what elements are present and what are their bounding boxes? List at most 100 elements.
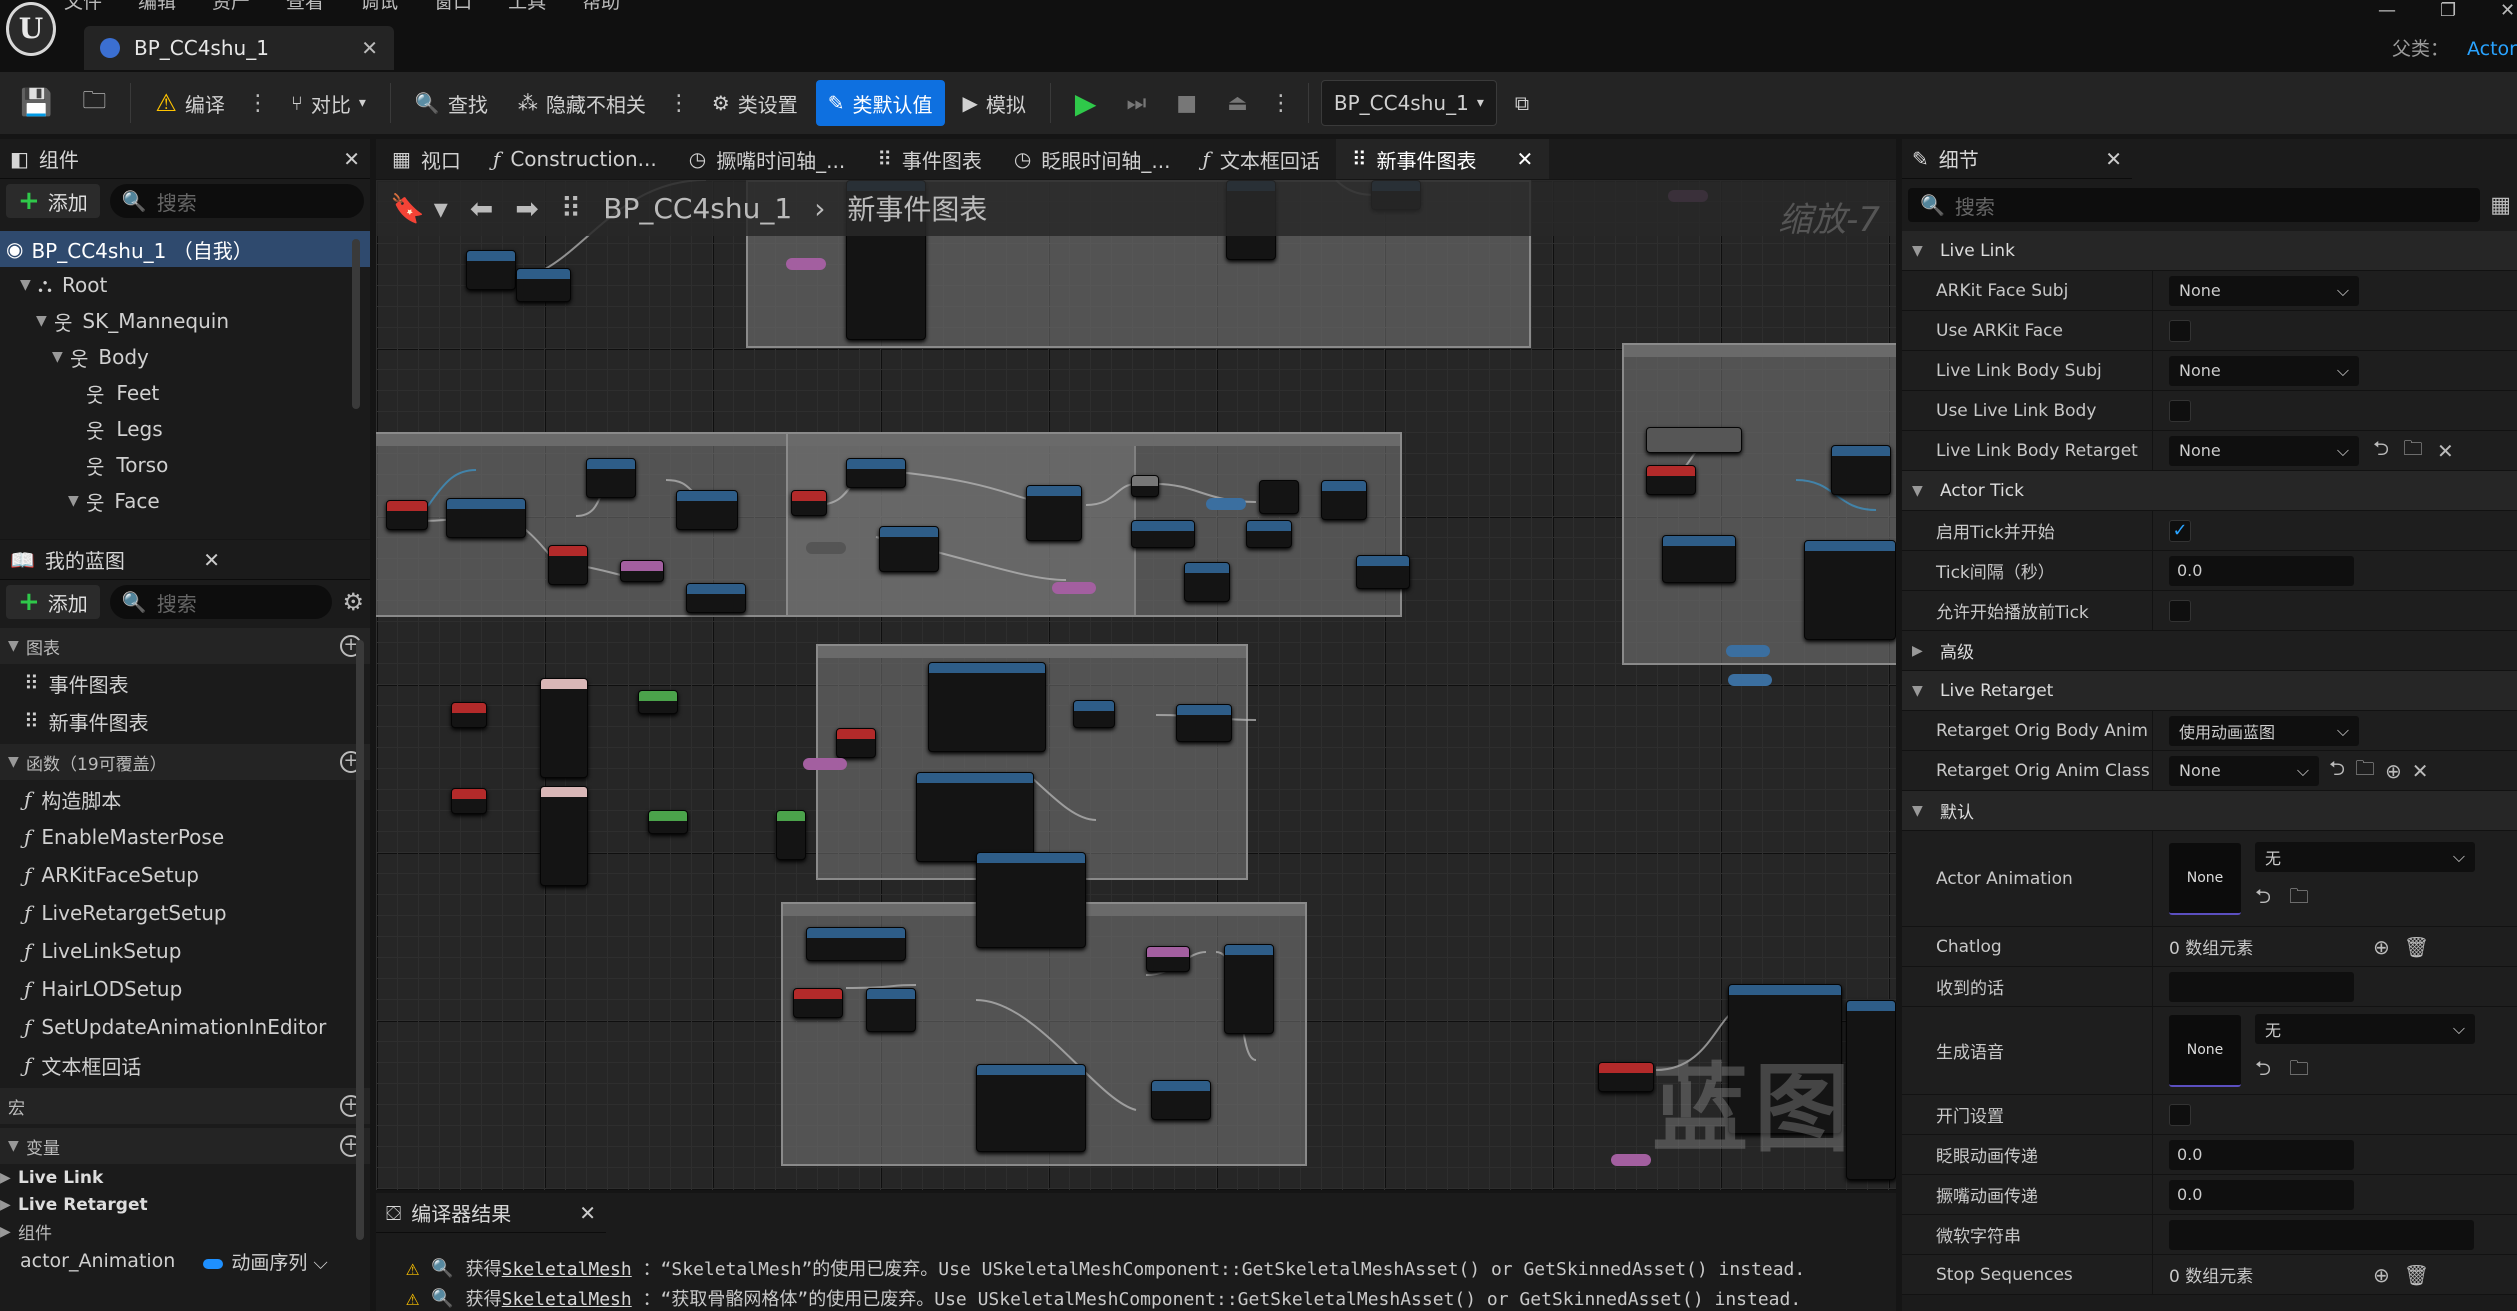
blueprint-node[interactable] — [1131, 520, 1195, 548]
blueprint-node[interactable] — [976, 1064, 1086, 1152]
property-matrix-icon[interactable]: ▦ — [2490, 193, 2511, 218]
play-button[interactable]: ▶ — [1063, 80, 1109, 126]
blueprint-node[interactable] — [540, 786, 588, 886]
browse-icon[interactable]: 🗀 — [2403, 434, 2423, 468]
blueprint-node[interactable] — [866, 988, 916, 1032]
variable-group[interactable]: ▶ Live Retarget — [0, 1191, 370, 1218]
blueprint-node[interactable] — [879, 526, 939, 572]
class-settings-button[interactable]: ⚙ 类设置 — [700, 80, 810, 126]
tick-interval-input[interactable]: 0.0 — [2169, 555, 2354, 586]
section-live-link[interactable]: ▼ Live Link — [1902, 231, 2517, 271]
add-node[interactable] — [1259, 480, 1299, 514]
eject-button[interactable]: ⏏ — [1215, 80, 1260, 126]
blueprint-node[interactable] — [446, 498, 526, 538]
tab-textbox-dialog[interactable]: ƒ 文本框回话 — [1186, 139, 1335, 179]
variable-get-node[interactable] — [1206, 498, 1246, 510]
graph-canvas[interactable]: 🔖 ▾ ⬅ ➡ ⠿ BP_CC4shu_1 › 新事件图表 缩放-7 蓝图 — [376, 180, 1896, 1190]
use-arkit-face-checkbox[interactable] — [2169, 319, 2191, 342]
graph-item[interactable]: ⠿ 新事件图表 — [0, 702, 370, 740]
blueprint-node[interactable] — [676, 490, 738, 530]
blueprint-node[interactable] — [586, 458, 636, 498]
actor-animation-picker[interactable]: 无 ⌵ — [2255, 841, 2475, 872]
message-link[interactable]: SkeletalMesh — [502, 1259, 632, 1280]
variable-get-node[interactable] — [1611, 1154, 1651, 1166]
trash-icon[interactable]: 🗑 — [2404, 1263, 2429, 1287]
my-blueprint-search-input[interactable]: 🔍 搜索 — [109, 585, 333, 619]
menu-file[interactable]: 文件 — [64, 0, 102, 18]
blueprint-node[interactable] — [1224, 944, 1274, 1034]
blueprint-node[interactable] — [1804, 540, 1896, 640]
blueprint-node[interactable] — [1321, 480, 1367, 520]
blueprint-node[interactable] — [1151, 1080, 1211, 1120]
section-live-retarget[interactable]: ▼ Live Retarget — [1902, 671, 2517, 711]
functions-section[interactable]: ▼ 函数（19可覆盖） + — [0, 744, 370, 780]
more-options-icon[interactable]: ⋮ — [664, 91, 694, 116]
component-tree-row[interactable]: ▼ ⛬ Root — [0, 267, 370, 303]
blueprint-node[interactable] — [1246, 520, 1292, 548]
tab-pout-timeline[interactable]: ◷ 撅嘴时间轴_... — [673, 139, 862, 179]
blueprint-node[interactable] — [1184, 562, 1230, 602]
arkit-face-subj-dropdown[interactable]: None ⌵ — [2169, 275, 2359, 306]
document-tab[interactable]: BP_CC4shu_1 ✕ — [84, 26, 394, 70]
function-item[interactable]: ƒ ARKitFaceSetup — [0, 856, 370, 894]
component-tree-row[interactable]: ▼ 웃 Body — [0, 339, 370, 375]
function-item[interactable]: ƒ SetUpdateAnimationInEditor — [0, 1008, 370, 1046]
use-selected-icon[interactable]: ⮌ — [2255, 1054, 2271, 1088]
blueprint-node[interactable] — [451, 788, 487, 814]
function-item[interactable]: ƒ 构造脚本 — [0, 780, 370, 818]
blueprint-node[interactable] — [620, 560, 664, 582]
variable-get-node[interactable] — [786, 258, 826, 270]
component-tree-row[interactable]: 웃 Torso — [0, 447, 370, 483]
debug-filter-button[interactable]: ⧉ — [1503, 80, 1541, 126]
blueprint-node[interactable] — [776, 810, 806, 860]
maximize-icon[interactable]: ❐ — [2440, 0, 2456, 21]
find-button[interactable]: 🔍 查找 — [403, 80, 500, 126]
close-window-icon[interactable]: ✕ — [2500, 0, 2515, 21]
blueprint-node[interactable] — [1176, 704, 1232, 742]
back-arrow-icon[interactable]: ⬅ — [470, 192, 493, 225]
component-tree-row[interactable]: ▼ 웃 Face — [0, 483, 370, 519]
trash-icon[interactable]: 🗑 — [2404, 935, 2429, 959]
blueprint-node[interactable] — [846, 458, 906, 488]
browse-icon[interactable]: 🗀 — [2289, 882, 2309, 916]
gear-icon[interactable]: ⚙ — [342, 588, 364, 616]
browse-icon[interactable]: 🗀 — [2355, 754, 2375, 788]
variable-group[interactable]: ▶ 组件 — [0, 1218, 370, 1245]
details-search-input[interactable]: 🔍 搜索 — [1908, 188, 2481, 222]
blueprint-node[interactable] — [836, 728, 876, 758]
micro-string-input[interactable] — [2169, 1219, 2474, 1250]
blueprint-node[interactable] — [916, 772, 1034, 862]
blueprint-node[interactable] — [1598, 1062, 1654, 1092]
blueprint-node[interactable] — [1131, 475, 1159, 497]
received-text-input[interactable] — [2169, 971, 2354, 1002]
compile-button[interactable]: ⚠ 编译 — [143, 80, 237, 126]
component-tree-row[interactable]: ▼ 웃 SK_Mannequin — [0, 303, 370, 339]
tab-construction[interactable]: ƒ Construction... — [477, 139, 673, 179]
compiler-message[interactable]: ⚠ 🔍 获得SkeletalMesh ：“获取骨骼网格体”的使用已废弃。Use … — [376, 1283, 1896, 1311]
pout-anim-input[interactable]: 0.0 — [2169, 1179, 2354, 1210]
door-setting-checkbox[interactable] — [2169, 1103, 2191, 1126]
blueprint-node[interactable] — [516, 268, 571, 302]
blueprint-node[interactable] — [386, 500, 428, 530]
section-default[interactable]: ▼ 默认 — [1902, 791, 2517, 831]
component-tree-row[interactable]: ◉ BP_CC4shu_1 （自我） — [0, 231, 370, 267]
variable-get-node[interactable] — [1052, 582, 1096, 594]
blueprint-node[interactable] — [1356, 555, 1410, 589]
menu-tools[interactable]: 工具 — [508, 0, 546, 18]
blueprint-node[interactable] — [1146, 946, 1190, 972]
asset-thumbnail[interactable]: None — [2169, 1014, 2241, 1087]
retarget-orig-body-anim-dropdown[interactable]: 使用动画蓝图 ⌵ — [2169, 715, 2359, 746]
blueprint-node[interactable] — [1646, 465, 1696, 495]
variable-get-node[interactable] — [803, 758, 847, 770]
variable-get-node[interactable] — [1726, 645, 1770, 657]
use-live-link-body-checkbox[interactable] — [2169, 399, 2191, 422]
close-tab-icon[interactable]: ✕ — [1517, 147, 1534, 171]
parent-class-link[interactable]: Actor — [2467, 38, 2517, 60]
function-item[interactable]: ƒ EnableMasterPose — [0, 818, 370, 856]
menu-help[interactable]: 帮助 — [582, 0, 620, 18]
generated-voice-picker[interactable]: 无 ⌵ — [2255, 1013, 2475, 1044]
component-tree-row[interactable]: 웃 Feet — [0, 375, 370, 411]
components-scrollbar[interactable] — [352, 239, 360, 409]
section-actor-tick[interactable]: ▼ Actor Tick — [1902, 471, 2517, 511]
blueprint-node[interactable] — [1662, 535, 1736, 583]
